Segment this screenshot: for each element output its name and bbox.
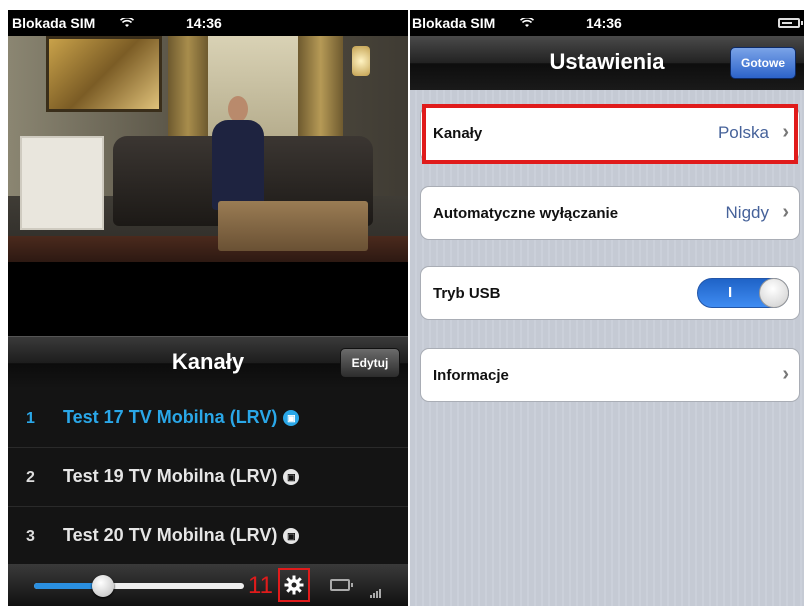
navigation-bar: Ustawienia Gotowe xyxy=(410,36,804,90)
volume-slider[interactable] xyxy=(34,575,244,597)
channels-header: Kanały Edytuj xyxy=(8,336,408,389)
video-player[interactable] xyxy=(8,36,408,262)
bottom-toolbar: 11 xyxy=(8,564,408,606)
edit-button[interactable]: Edytuj xyxy=(340,348,400,378)
tv-badge-icon: ▣ xyxy=(283,410,300,426)
channel-name: Test 19 TV Mobilna (LRV) xyxy=(63,466,278,486)
settings-row-auto-off[interactable]: Automatyczne wyłączanie Nigdy › xyxy=(420,186,800,240)
status-bar: Blokada SIM 14:36 xyxy=(410,10,804,36)
settings-row-info[interactable]: Informacje › xyxy=(420,348,800,402)
gear-icon xyxy=(284,575,304,595)
channel-row[interactable]: 1 Test 17 TV Mobilna (LRV) ▣ xyxy=(8,389,408,448)
signal-icon xyxy=(370,580,382,598)
channel-name: Test 20 TV Mobilna (LRV) xyxy=(63,525,278,545)
row-label: Tryb USB xyxy=(433,285,501,302)
usb-mode-toggle[interactable]: I xyxy=(697,278,789,308)
channel-number: 3 xyxy=(26,528,35,545)
tv-badge-icon: ▣ xyxy=(283,528,300,544)
channel-list: 1 Test 17 TV Mobilna (LRV) ▣ 2 Test 19 TV… xyxy=(8,389,408,566)
chevron-right-icon: › xyxy=(782,201,789,223)
wifi-icon xyxy=(519,15,535,31)
channels-screen: Blokada SIM 14:36 Kanały Edytuj 1 Test 1… xyxy=(8,10,408,606)
battery-icon xyxy=(778,18,803,28)
row-label: Automatyczne wyłączanie xyxy=(433,205,619,222)
row-value: Nigdy xyxy=(725,203,769,222)
toggle-on-text: I xyxy=(728,284,733,301)
row-label: Informacje xyxy=(433,367,509,384)
channel-row[interactable]: 3 Test 20 TV Mobilna (LRV) ▣ xyxy=(8,507,408,566)
toggle-knob xyxy=(759,278,789,308)
carrier-label: Blokada SIM xyxy=(12,15,96,31)
status-time: 14:36 xyxy=(586,15,622,31)
done-button[interactable]: Gotowe xyxy=(730,47,796,79)
channel-number: 1 xyxy=(26,410,35,427)
volume-slider-knob[interactable] xyxy=(92,575,115,597)
highlight-box xyxy=(422,104,798,164)
callout-number: 11 xyxy=(248,572,273,599)
carrier-label: Blokada SIM xyxy=(412,15,496,31)
presenter xyxy=(208,96,268,216)
channel-row[interactable]: 2 Test 19 TV Mobilna (LRV) ▣ xyxy=(8,448,408,507)
status-bar: Blokada SIM 14:36 xyxy=(8,10,408,36)
channel-name: Test 17 TV Mobilna (LRV) xyxy=(63,407,278,427)
wall-picture xyxy=(46,36,162,112)
settings-button[interactable] xyxy=(278,568,310,602)
settings-row-usb-mode: Tryb USB I xyxy=(420,266,800,320)
status-time: 14:36 xyxy=(186,15,222,31)
channel-number: 2 xyxy=(26,469,35,486)
chevron-right-icon: › xyxy=(782,363,789,385)
settings-screen: Blokada SIM 14:36 Ustawienia Gotowe Kana… xyxy=(410,10,804,606)
wifi-icon xyxy=(119,15,135,31)
tv-badge-icon: ▣ xyxy=(283,469,300,485)
battery-icon xyxy=(330,579,353,591)
